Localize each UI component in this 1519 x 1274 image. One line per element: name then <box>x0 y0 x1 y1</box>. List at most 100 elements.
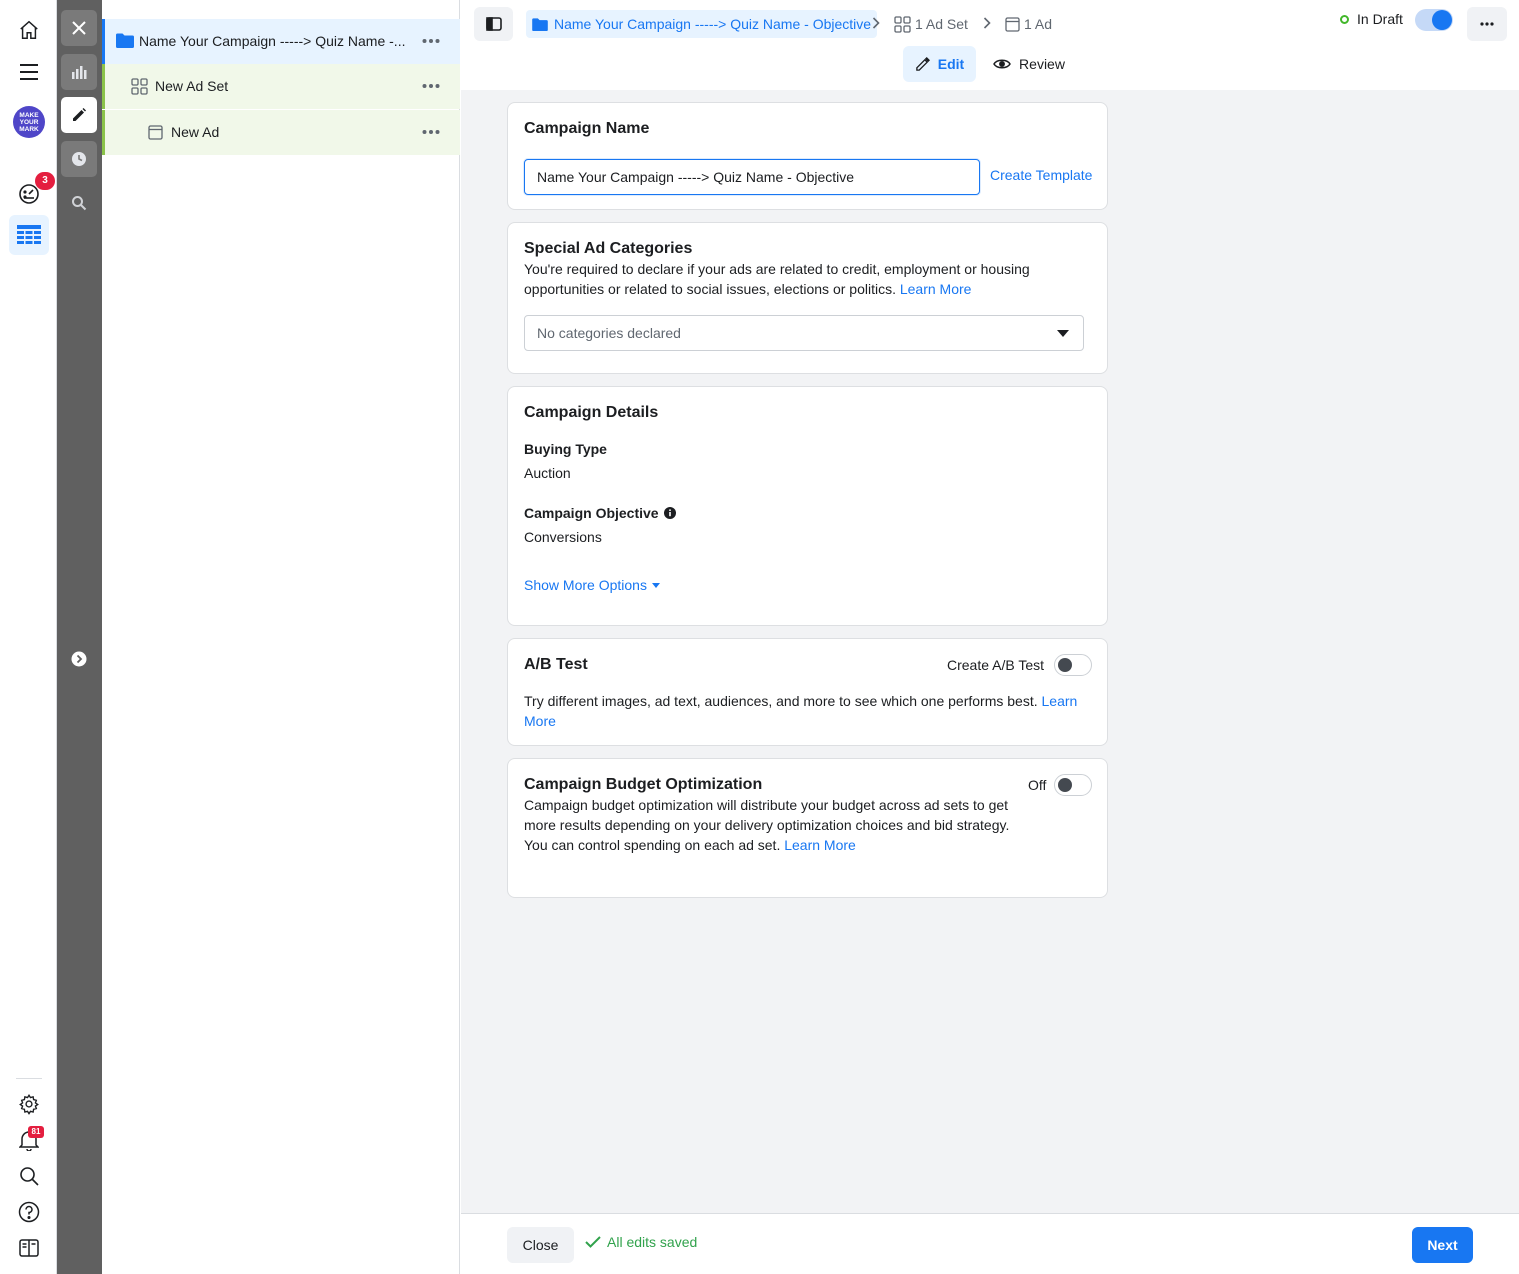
close-editor-button[interactable] <box>61 10 97 46</box>
sidebar-panel-icon[interactable] <box>9 1228 49 1268</box>
campaign-objective-value: Conversions <box>524 529 602 545</box>
show-more-options-link[interactable]: Show More Options <box>524 575 660 595</box>
tools-strip <box>57 0 102 1274</box>
chevron-right-icon <box>872 17 880 29</box>
toggle-knob <box>1058 778 1072 792</box>
breadcrumb-adset[interactable]: 1 Ad Set <box>894 10 968 38</box>
history-clock-icon[interactable] <box>61 141 97 177</box>
toggle-knob <box>1058 658 1072 672</box>
avatar-text: YOUR <box>19 118 39 126</box>
avatar-text: MAKE <box>19 111 39 119</box>
special-ad-learn-more-link[interactable]: Learn More <box>900 281 972 297</box>
caret-down-icon <box>1057 330 1069 337</box>
campaign-details-title: Campaign Details <box>524 404 659 421</box>
expand-chevron-icon[interactable] <box>61 641 97 677</box>
special-ad-select-value: No categories declared <box>537 325 681 341</box>
campaign-name-input[interactable]: Name Your Campaign -----> Quiz Name - Ob… <box>524 159 980 195</box>
chevron-right-icon <box>983 17 991 29</box>
buying-type-label: Buying Type <box>524 441 607 457</box>
breadcrumb-campaign[interactable]: Name Your Campaign -----> Quiz Name - Ob… <box>526 10 878 38</box>
status-label: In Draft <box>1357 11 1403 27</box>
tab-review[interactable]: Review <box>989 46 1069 82</box>
toggle-knob <box>1432 10 1452 30</box>
search-zoom-icon[interactable] <box>61 185 97 221</box>
draft-status: In Draft <box>1340 11 1403 27</box>
editor-header: Name Your Campaign -----> Quiz Name - Ob… <box>461 0 1519 90</box>
edit-pencil-icon[interactable] <box>61 97 97 133</box>
home-icon[interactable] <box>9 10 49 50</box>
campaign-budget-optimization-card: Campaign Budget Optimization Off Campaig… <box>507 758 1108 898</box>
eye-icon <box>993 58 1011 70</box>
check-icon <box>585 1236 601 1248</box>
special-ad-categories-select[interactable]: No categories declared <box>524 315 1084 351</box>
create-template-link[interactable]: Create Template <box>990 165 1092 185</box>
campaign-name-title: Campaign Name <box>524 120 650 137</box>
breadcrumb-ad[interactable]: 1 Ad <box>1005 10 1052 38</box>
tree-adset-label: New Ad Set <box>155 78 229 94</box>
more-options-icon[interactable] <box>422 32 440 50</box>
campaign-objective-label-text: Campaign Objective <box>524 505 659 521</box>
ad-frame-icon <box>148 125 163 140</box>
show-more-options-label: Show More Options <box>524 577 647 593</box>
ab-test-description-text: Try different images, ad text, audiences… <box>524 693 1038 709</box>
avatar-text: MARK <box>19 125 39 133</box>
help-icon[interactable] <box>9 1192 49 1232</box>
ab-test-title: A/B Test <box>524 656 588 673</box>
special-ad-title: Special Ad Categories <box>524 240 693 257</box>
tree-ad-label: New Ad <box>171 124 220 140</box>
breadcrumb-ad-label: 1 Ad <box>1024 16 1053 32</box>
tab-edit-label: Edit <box>937 56 965 72</box>
next-button[interactable]: Next <box>1412 1227 1473 1263</box>
search-icon[interactable] <box>9 1156 49 1196</box>
close-button[interactable]: Close <box>507 1227 574 1263</box>
more-options-icon[interactable] <box>422 123 440 141</box>
cbo-learn-more-link[interactable]: Learn More <box>784 837 856 853</box>
folder-icon <box>116 33 134 48</box>
main-editor: Name Your Campaign -----> Quiz Name - Ob… <box>461 0 1519 1274</box>
cbo-toggle[interactable] <box>1054 774 1092 796</box>
account-avatar[interactable]: MAKE YOUR MARK <box>9 102 49 142</box>
campaigns-table-icon[interactable] <box>9 215 49 255</box>
campaign-objective-label: Campaign Objective <box>524 505 676 521</box>
toggle-panel-button[interactable] <box>474 7 513 41</box>
tab-review-label: Review <box>1019 56 1065 72</box>
cbo-description-text: Campaign budget optimization will distri… <box>524 797 1010 853</box>
cbo-description: Campaign budget optimization will distri… <box>524 795 1020 855</box>
ab-test-toggle-label: Create A/B Test <box>947 657 1045 673</box>
tree-item-ad[interactable]: New Ad <box>102 110 460 155</box>
breadcrumb-adset-label: 1 Ad Set <box>915 16 968 32</box>
caret-down-icon <box>651 582 660 588</box>
special-ad-categories-card: Special Ad Categories You're required to… <box>507 222 1108 374</box>
buying-type-value: Auction <box>524 465 571 481</box>
menu-icon[interactable] <box>9 52 49 92</box>
ab-test-toggle[interactable] <box>1054 654 1092 676</box>
chart-icon[interactable] <box>61 54 97 90</box>
cbo-title: Campaign Budget Optimization <box>524 776 763 793</box>
adset-grid-icon <box>894 15 911 33</box>
save-status-label: All edits saved <box>607 1234 698 1250</box>
ad-frame-icon <box>1005 16 1020 32</box>
save-status: All edits saved <box>585 1234 697 1250</box>
campaign-tree: Name Your Campaign -----> Quiz Name -...… <box>102 0 460 1274</box>
settings-gear-icon[interactable] <box>9 1084 49 1124</box>
folder-icon <box>532 17 548 31</box>
notifications-badge: 3 <box>35 172 55 190</box>
rail-divider <box>16 1078 42 1079</box>
cbo-toggle-label: Off <box>1028 777 1047 793</box>
campaign-name-card: Campaign Name Name Your Campaign -----> … <box>507 102 1108 210</box>
tree-item-campaign[interactable]: Name Your Campaign -----> Quiz Name -... <box>102 19 460 64</box>
status-dot-icon <box>1340 14 1349 24</box>
more-options-icon[interactable] <box>422 77 440 95</box>
tree-item-adset[interactable]: New Ad Set <box>102 64 460 109</box>
more-actions-button[interactable] <box>1467 7 1507 41</box>
ab-test-description: Try different images, ad text, audiences… <box>524 691 1084 731</box>
special-ad-description: You're required to declare if your ads a… <box>524 259 1064 299</box>
info-icon[interactable] <box>663 507 676 519</box>
pencil-icon <box>915 56 930 72</box>
tab-edit[interactable]: Edit <box>903 46 976 82</box>
breadcrumb-campaign-label: Name Your Campaign -----> Quiz Name - Ob… <box>554 16 872 32</box>
adset-grid-icon <box>131 78 148 95</box>
campaign-active-toggle[interactable] <box>1415 9 1453 31</box>
ab-test-card: A/B Test Create A/B Test Try different i… <box>507 638 1108 746</box>
alerts-badge: 81 <box>28 1126 44 1138</box>
